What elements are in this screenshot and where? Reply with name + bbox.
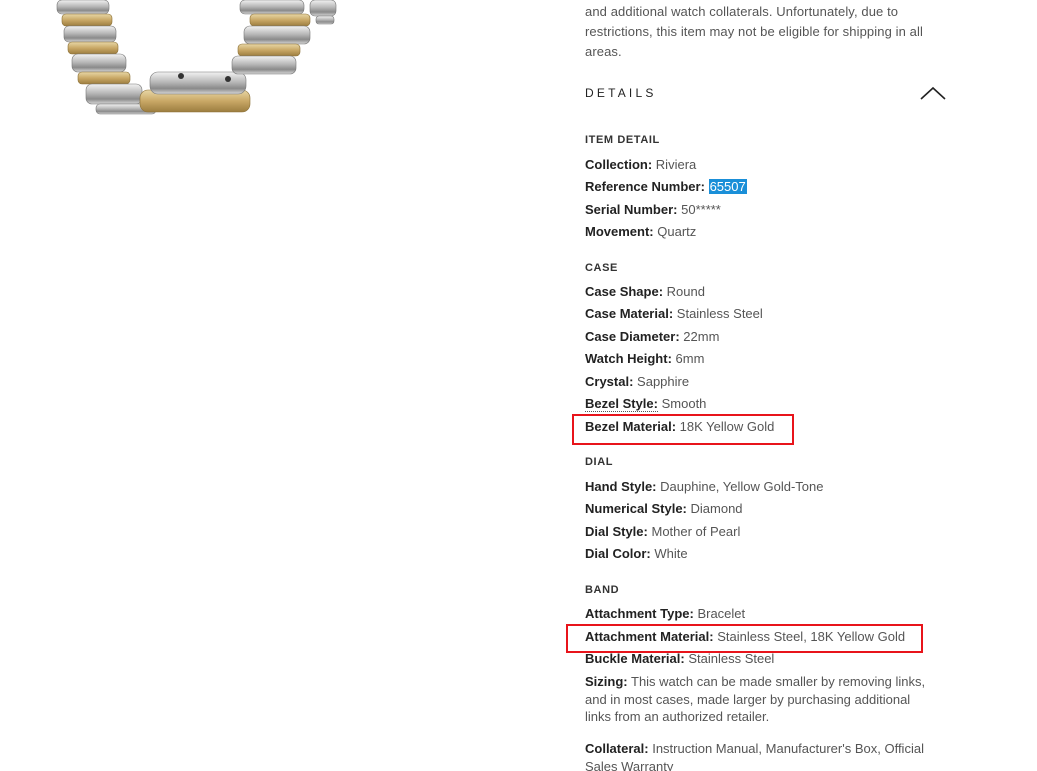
- detail-row-buckle-material: Buckle Material: Stainless Steel: [585, 650, 774, 667]
- detail-label: Watch Height:: [585, 351, 672, 366]
- chevron-up-icon[interactable]: [919, 84, 947, 102]
- detail-label: Dial Color:: [585, 546, 651, 561]
- detail-label: Case Material:: [585, 306, 674, 321]
- detail-value: Dauphine, Yellow Gold-Tone: [660, 479, 824, 494]
- section-title-case: CASE: [585, 262, 618, 274]
- detail-row-reference-number: Reference Number: 65507: [585, 178, 747, 195]
- section-title-item-detail: ITEM DETAIL: [585, 134, 660, 146]
- detail-value: This watch can be made smaller by removi…: [585, 674, 926, 724]
- detail-row-case-shape: Case Shape: Round: [585, 283, 705, 300]
- detail-label: Buckle Material:: [585, 651, 685, 666]
- detail-row-hand-style: Hand Style: Dauphine, Yellow Gold-Tone: [585, 478, 823, 495]
- annotation-box-bezel-material: [572, 414, 794, 445]
- detail-label: Movement:: [585, 224, 654, 239]
- detail-value: 22mm: [683, 329, 720, 344]
- annotation-box-attachment-material: [566, 624, 923, 653]
- detail-label: Numerical Style:: [585, 501, 687, 516]
- detail-label: Case Shape:: [585, 284, 664, 299]
- detail-label: Reference Number:: [585, 179, 705, 194]
- detail-label: Hand Style:: [585, 479, 657, 494]
- detail-value: Round: [666, 284, 705, 299]
- detail-label: Dial Style:: [585, 524, 648, 539]
- detail-row-serial-number: Serial Number: 50*****: [585, 201, 721, 218]
- detail-label: Collateral:: [585, 741, 649, 756]
- watch-bracelet-image[interactable]: [0, 0, 380, 130]
- detail-label: Collection:: [585, 157, 653, 172]
- detail-value: Quartz: [657, 224, 697, 239]
- detail-value: 6mm: [675, 351, 705, 366]
- bezel-style-tooltip-link[interactable]: Bezel Style:: [585, 396, 658, 412]
- detail-label: Sizing:: [585, 674, 628, 689]
- detail-row-case-material: Case Material: Stainless Steel: [585, 305, 763, 322]
- details-accordion-header[interactable]: DETAILS: [585, 84, 947, 104]
- detail-row-collection: Collection: Riviera: [585, 156, 696, 173]
- detail-value-selected[interactable]: 65507: [708, 179, 747, 194]
- detail-row-case-diameter: Case Diameter: 22mm: [585, 328, 719, 345]
- detail-value: White: [654, 546, 688, 561]
- details-title: DETAILS: [585, 86, 657, 100]
- section-title-dial: DIAL: [585, 456, 614, 468]
- detail-value: Stainless Steel: [688, 651, 775, 666]
- detail-value: Stainless Steel: [676, 306, 763, 321]
- detail-value: Riviera: [655, 157, 697, 172]
- product-page: and additional watch collaterals. Unfort…: [0, 0, 1037, 771]
- detail-value: 50*****: [681, 202, 721, 217]
- detail-label: Case Diameter:: [585, 329, 680, 344]
- detail-row-movement: Movement: Quartz: [585, 223, 696, 240]
- detail-value: Mother of Pearl: [651, 524, 741, 539]
- detail-row-watch-height: Watch Height: 6mm: [585, 350, 704, 367]
- section-title-band: BAND: [585, 584, 620, 596]
- detail-row-collateral: Collateral: Instruction Manual, Manufact…: [585, 740, 937, 771]
- shipping-notice-text: and additional watch collaterals. Unfort…: [585, 4, 923, 59]
- detail-value: Smooth: [661, 396, 707, 411]
- detail-row-dial-color: Dial Color: White: [585, 545, 688, 562]
- detail-label: Serial Number:: [585, 202, 678, 217]
- detail-row-crystal: Crystal: Sapphire: [585, 373, 689, 390]
- detail-row-numerical-style: Numerical Style: Diamond: [585, 500, 743, 517]
- detail-row-dial-style: Dial Style: Mother of Pearl: [585, 523, 740, 540]
- detail-row-sizing: Sizing: This watch can be made smaller b…: [585, 673, 937, 726]
- detail-label: Crystal:: [585, 374, 634, 389]
- detail-label: Attachment Type:: [585, 606, 694, 621]
- detail-value: Diamond: [690, 501, 743, 516]
- detail-value: Sapphire: [637, 374, 690, 389]
- detail-row-bezel-style: Bezel Style: Smooth: [585, 395, 706, 412]
- detail-row-attachment-type: Attachment Type: Bracelet: [585, 605, 745, 622]
- detail-value: Bracelet: [697, 606, 746, 621]
